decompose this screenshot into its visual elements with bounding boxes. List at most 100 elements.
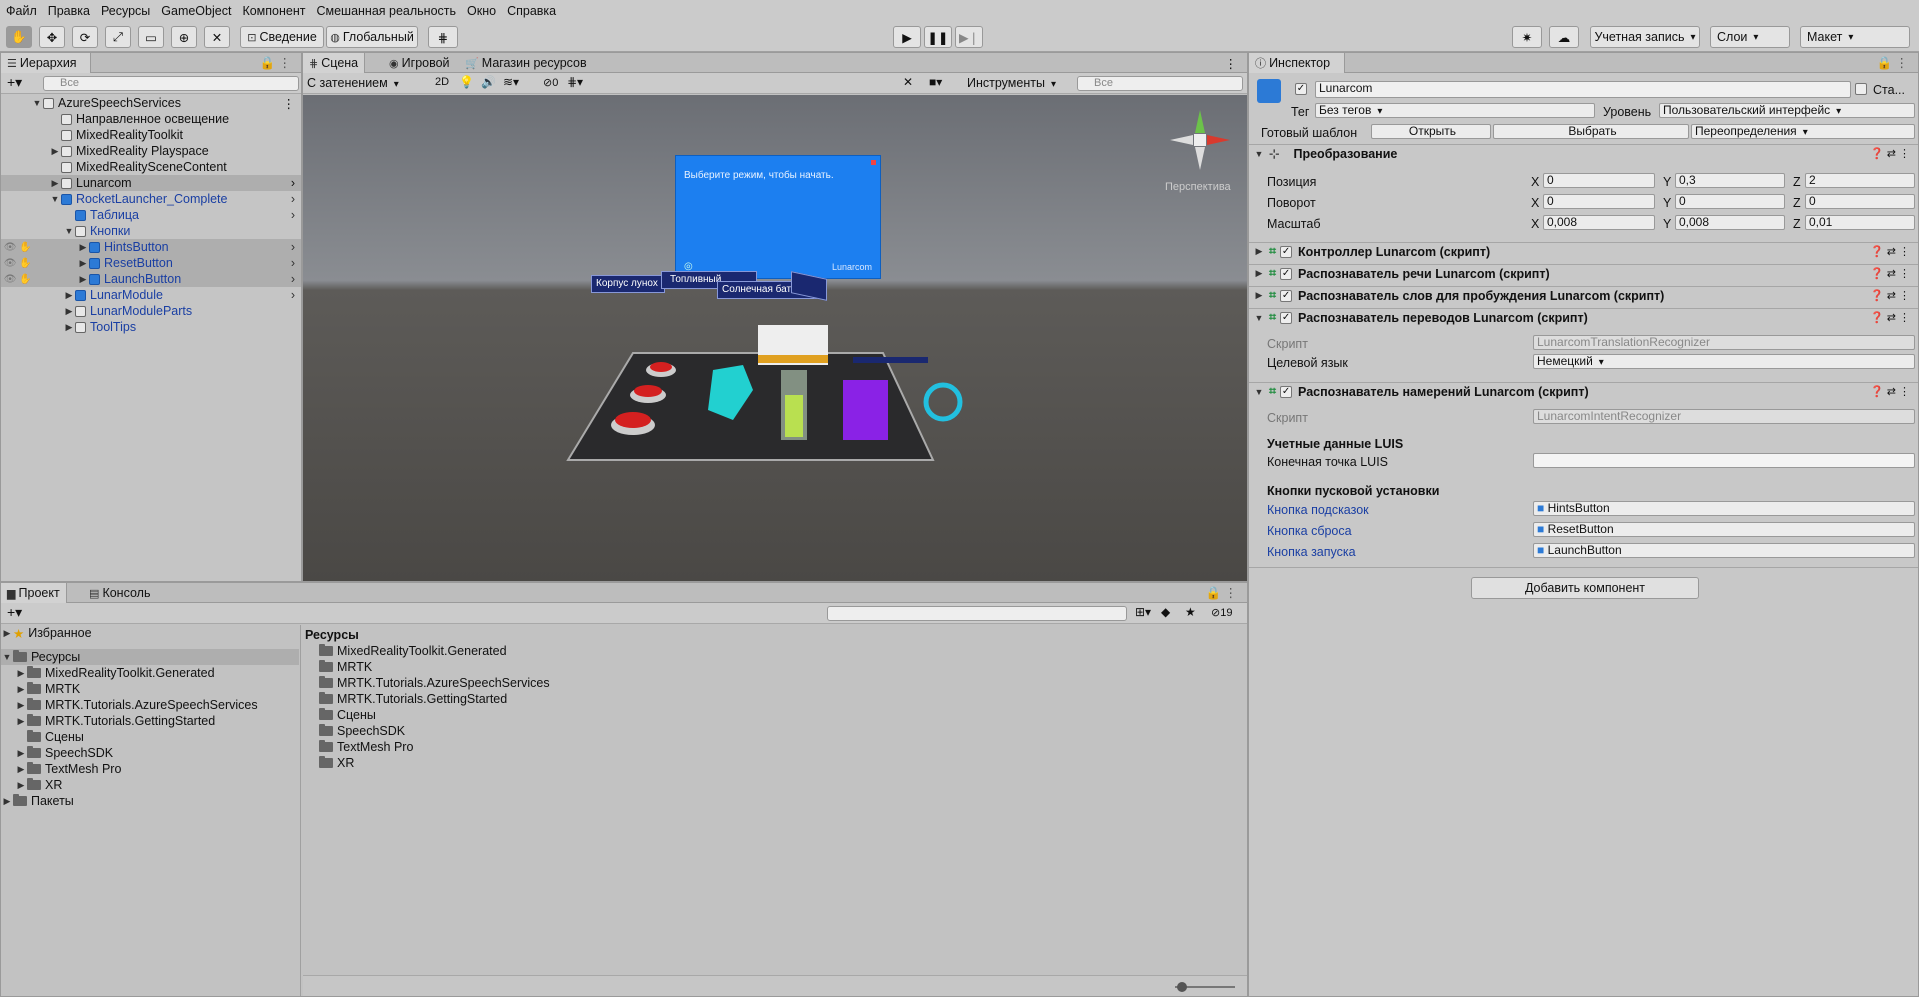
inspector-menu-icon[interactable]: 🔒 ⋮	[1870, 53, 1914, 73]
expand-arrow-icon[interactable]: ▶	[1, 628, 13, 639]
position-z-field[interactable]: 2	[1805, 173, 1915, 188]
scale-y-field[interactable]: 0,008	[1675, 215, 1785, 230]
component-speech-header[interactable]: ▶ ⌗ ✓ Распознаватель речи Lunarcom (скрипт)…	[1249, 264, 1918, 282]
custom-tool-icon[interactable]: ✕	[204, 26, 230, 48]
scale-tool-icon[interactable]: ⤢	[105, 26, 131, 48]
zoom-slider-handle[interactable]	[1177, 982, 1187, 992]
component-menu-icon[interactable]: ❓ ⇄ ⋮	[1870, 147, 1910, 160]
audio-icon[interactable]: 🔊	[481, 75, 496, 89]
component-menu-icon[interactable]: ❓ ⇄ ⋮	[1870, 289, 1910, 302]
component-intent-header[interactable]: ▼ ⌗ ✓ Распознаватель намерений Lunarcom (ск…	[1249, 382, 1918, 400]
account-dropdown[interactable]: Учетная запись	[1590, 26, 1700, 48]
expand-arrow-icon[interactable]: ▶	[77, 258, 89, 269]
tree-item-launchbutton[interactable]: 👁 ✋ ▶ LaunchButton ›	[1, 271, 301, 287]
tab-asset-store[interactable]: 🛒 Магазин ресурсов	[459, 53, 593, 73]
tree-item-tooltips[interactable]: ▶ ToolTips	[1, 319, 301, 335]
folder-item[interactable]: XR	[319, 755, 354, 771]
expand-arrow-icon[interactable]: ▼	[49, 194, 61, 204]
tree-item-resetbutton[interactable]: 👁 ✋ ▶ ResetButton ›	[1, 255, 301, 271]
tree-item-hintsbutton[interactable]: 👁 ✋ ▶ HintsButton ›	[1, 239, 301, 255]
global-button[interactable]: ◍ Глобальный	[326, 26, 418, 48]
rotation-z-field[interactable]: 0	[1805, 194, 1915, 209]
folder-item[interactable]: TextMesh Pro	[319, 739, 413, 755]
rotate-tool-icon[interactable]: ⟳	[72, 26, 98, 48]
tab-hierarchy[interactable]: ☰ Иерархия	[1, 53, 91, 73]
menu-assets[interactable]: Ресурсы	[101, 4, 150, 18]
tree-item-rocketlauncher[interactable]: ▼ RocketLauncher_Complete ›	[1, 191, 301, 207]
expand-arrow-icon[interactable]: ▼	[1, 652, 13, 662]
component-enabled-checkbox[interactable]: ✓	[1280, 311, 1293, 324]
rect-tool-icon[interactable]: ▭	[138, 26, 164, 48]
gizmos-dropdown[interactable]: Инструменты	[967, 76, 1056, 90]
hierarchy-search-input[interactable]: Все	[43, 76, 299, 91]
tree-item-light[interactable]: Направленное освещение	[1, 111, 301, 127]
project-menu-icon[interactable]: 🔒 ⋮	[1199, 583, 1243, 603]
grid-snap-icon[interactable]: ⋕	[428, 26, 458, 48]
layers-dropdown[interactable]: Слои	[1710, 26, 1790, 48]
add-icon[interactable]: +▾	[7, 74, 22, 91]
folder-item[interactable]: MRTK	[319, 659, 372, 675]
step-icon[interactable]: ▶❘	[955, 26, 983, 48]
move-tool-icon[interactable]: ✥	[39, 26, 65, 48]
camera-icon[interactable]: ■▾	[929, 75, 942, 89]
star-icon[interactable]: ★	[1185, 605, 1196, 619]
transform-tool-icon[interactable]: ⊕	[171, 26, 197, 48]
prefab-select-button[interactable]: Выбрать	[1493, 124, 1689, 139]
folder-item[interactable]: MixedRealityToolkit.Generated	[319, 643, 507, 659]
tree-folder[interactable]: ▶ MRTK.Tutorials.GettingStarted	[15, 713, 215, 729]
folder-item[interactable]: MRTK.Tutorials.AzureSpeechServices	[319, 675, 550, 691]
scale-x-field[interactable]: 0,008	[1543, 215, 1655, 230]
reset-button-field[interactable]: ■ ResetButton	[1533, 522, 1915, 537]
tab-scene[interactable]: ⋕ Сцена	[303, 53, 366, 73]
transform-header[interactable]: ▼ ⊹ Преобразование ❓ ⇄ ⋮	[1249, 144, 1918, 162]
expand-arrow-icon[interactable]: ▼	[63, 226, 75, 236]
tree-folder[interactable]: ▶ SpeechSDK	[15, 745, 113, 761]
folder-item[interactable]: SpeechSDK	[319, 723, 405, 739]
hidden-packages-toggle[interactable]: ⊘19	[1211, 606, 1232, 619]
shading-dropdown[interactable]: С затенением	[307, 76, 425, 90]
lunarcom-panel[interactable]: Выберите режим, чтобы начать. Lunarcom ◎	[675, 155, 881, 279]
prefab-open-button[interactable]: Открыть	[1371, 124, 1491, 139]
expand-arrow-icon[interactable]: ▶	[15, 668, 27, 679]
layer-dropdown[interactable]: Пользовательский интерфейс	[1659, 103, 1915, 118]
expand-arrow-icon[interactable]: ▶	[15, 764, 27, 775]
tree-favorites[interactable]: ▶ ★ Избранное	[1, 625, 92, 641]
expand-arrow-icon[interactable]: ▶	[15, 684, 27, 695]
scene-viewport[interactable]: Перспектива Выберите режим, чтобы начать…	[303, 95, 1247, 581]
play-icon[interactable]: ▶	[893, 26, 921, 48]
tab-game[interactable]: ◉ Игровой	[383, 53, 456, 73]
prefab-overrides-dropdown[interactable]: Переопределения	[1691, 124, 1915, 139]
component-enabled-checkbox[interactable]: ✓	[1280, 245, 1293, 258]
menu-gameobject[interactable]: GameObject	[161, 4, 231, 18]
label-icon[interactable]: ◆	[1161, 605, 1170, 619]
expand-arrow-icon[interactable]: ▶	[77, 242, 89, 253]
tree-folder[interactable]: ▶ MRTK.Tutorials.AzureSpeechServices	[15, 697, 258, 713]
expand-arrow-icon[interactable]: ▼	[31, 98, 43, 108]
component-enabled-checkbox[interactable]: ✓	[1280, 289, 1293, 302]
folder-item[interactable]: Сцены	[319, 707, 376, 723]
component-menu-icon[interactable]: ❓ ⇄ ⋮	[1870, 267, 1910, 280]
tag-dropdown[interactable]: Без тегов	[1315, 103, 1595, 118]
menu-help[interactable]: Справка	[507, 4, 556, 18]
light-icon[interactable]: 💡	[459, 75, 474, 89]
pivot-button[interactable]: ⊡ Сведение	[240, 26, 324, 48]
breadcrumb[interactable]: Ресурсы	[305, 627, 359, 643]
tree-item-scene[interactable]: ▼ AzureSpeechServices ⋮	[1, 95, 301, 111]
menu-component[interactable]: Компонент	[242, 4, 305, 18]
component-controller-header[interactable]: ▶ ⌗ ✓ Контроллер Lunarcom (скрипт) ❓ ⇄ ⋮	[1249, 242, 1918, 260]
component-menu-icon[interactable]: ❓ ⇄ ⋮	[1870, 245, 1910, 258]
expand-arrow-icon[interactable]: ▶	[15, 716, 27, 727]
position-y-field[interactable]: 0,3	[1675, 173, 1785, 188]
rotation-x-field[interactable]: 0	[1543, 194, 1655, 209]
menu-edit[interactable]: Правка	[48, 4, 90, 18]
menu-window[interactable]: Окно	[467, 4, 496, 18]
tree-item-lunarmodule[interactable]: ▶ LunarModule ›	[1, 287, 301, 303]
luis-endpoint-input[interactable]	[1533, 453, 1915, 468]
tree-item-scenecontent[interactable]: MixedRealitySceneContent	[1, 159, 301, 175]
tree-folder[interactable]: ▶ MixedRealityToolkit.Generated	[15, 665, 215, 681]
tree-item-table[interactable]: Таблица ›	[1, 207, 301, 223]
active-checkbox[interactable]: ✓	[1295, 83, 1307, 95]
component-menu-icon[interactable]: ❓ ⇄ ⋮	[1870, 385, 1910, 398]
tree-folder[interactable]: Сцены	[15, 729, 84, 745]
scene-menu-icon[interactable]: ⋮	[1219, 53, 1244, 73]
